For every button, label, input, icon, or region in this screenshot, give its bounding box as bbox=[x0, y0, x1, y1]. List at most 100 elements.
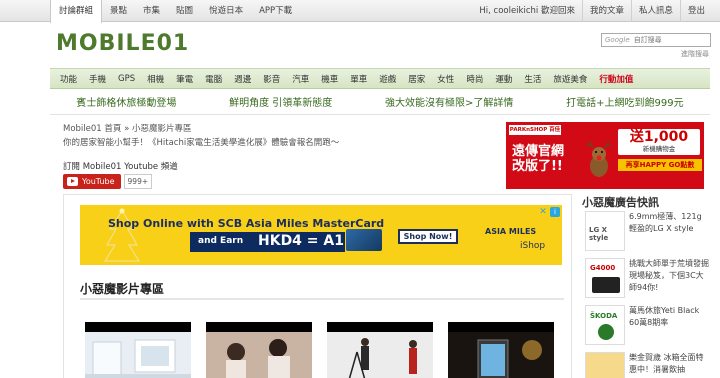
ad-news-brand: G4000 bbox=[590, 264, 616, 272]
ad-news-brand: ŠKODA bbox=[590, 312, 618, 320]
cat-life[interactable]: 生活 bbox=[518, 73, 547, 85]
my-posts-link[interactable]: 我的文章 bbox=[581, 0, 631, 22]
cat-computers[interactable]: 電腦 bbox=[199, 73, 228, 85]
cat-women[interactable]: 女性 bbox=[431, 73, 460, 85]
thumb-letterbox bbox=[448, 322, 554, 332]
site-logo[interactable]: MOBILE01 bbox=[56, 28, 189, 58]
breadcrumb-current[interactable]: 小惡魔影片專區 bbox=[132, 124, 192, 134]
cat-travel-food[interactable]: 旅遊美食 bbox=[547, 73, 593, 85]
cat-cars[interactable]: 汽車 bbox=[286, 73, 315, 85]
ad-news-title: 小惡魔廣告快訊 bbox=[582, 196, 659, 209]
ad-news-thumb-fridge bbox=[585, 352, 625, 378]
credit-card-icon bbox=[346, 229, 382, 251]
youtube-play-icon bbox=[67, 177, 78, 186]
ad-news-text[interactable]: 6.9mm極薄、121g輕盈的LG X style bbox=[629, 211, 709, 235]
top-tab-app[interactable]: APP下載 bbox=[251, 0, 300, 22]
top-tab-stickers[interactable]: 貼圖 bbox=[168, 0, 201, 22]
cat-mobile-plus[interactable]: 行動加值 bbox=[593, 73, 639, 85]
section-divider bbox=[80, 298, 564, 300]
private-messages-link[interactable]: 私人訊息 bbox=[630, 0, 680, 22]
banner-rate: HKD4 = A1 bbox=[258, 233, 344, 249]
top-nav: 討論群組 景點 市集 貼圖 悅遊日本 APP下載 bbox=[50, 0, 300, 23]
cat-phones[interactable]: 手機 bbox=[83, 73, 112, 85]
cat-laptops[interactable]: 筆電 bbox=[170, 73, 199, 85]
promo-link-3[interactable]: 強大效能沒有極限>了解詳情 bbox=[385, 94, 513, 109]
cat-peripherals[interactable]: 週邊 bbox=[228, 73, 257, 85]
cat-av[interactable]: 影音 bbox=[257, 73, 286, 85]
user-bar: Hi, cooleikichi 歡迎回來 我的文章 私人訊息 登出 bbox=[472, 0, 712, 22]
category-nav: 功能 手機 GPS 相機 筆電 電腦 週邊 影音 汽車 機車 單車 遊戲 居家 … bbox=[50, 68, 710, 89]
adchoices-icon[interactable]: i bbox=[550, 207, 560, 217]
youtube-subscribe: YouTube 999+ bbox=[63, 174, 153, 189]
ad-news-text[interactable]: 挑戰大師單于荒墳發掘現場秘笈，下個3C大師94你! bbox=[629, 258, 709, 294]
ad-news-text[interactable]: 樂金賀歲 冰箱全面特惠中！消暑飲抽 bbox=[629, 352, 709, 376]
ad-news-item[interactable]: LG X style 6.9mm極薄、121g輕盈的LG X style bbox=[582, 211, 712, 255]
promo-link-1[interactable]: 賓士飾格休旅極動登場 bbox=[76, 94, 176, 109]
ad-headline-2: 改版了!! bbox=[512, 159, 563, 174]
skoda-logo-icon bbox=[598, 324, 614, 340]
cat-sports[interactable]: 運動 bbox=[489, 73, 518, 85]
ad-coupon: 送1,000 新機購物金 bbox=[618, 129, 700, 155]
google-brand: Google bbox=[605, 36, 630, 44]
video-thumbnail[interactable] bbox=[327, 322, 433, 378]
top-tab-market[interactable]: 市集 bbox=[135, 0, 168, 22]
video-thumbnail[interactable] bbox=[85, 322, 191, 378]
reindeer-icon bbox=[587, 140, 611, 177]
cat-fashion[interactable]: 時尚 bbox=[460, 73, 489, 85]
ad-news-item[interactable]: ŠKODA 萬馬休旅Yeti Black 60萬8期率 bbox=[582, 305, 712, 349]
search-placeholder: 自訂搜尋 bbox=[633, 36, 662, 44]
banner-earn: and Earn bbox=[198, 236, 244, 246]
cat-home[interactable]: 居家 bbox=[402, 73, 431, 85]
ad-coupon-value: 1,000 bbox=[643, 129, 689, 145]
ad-news-item[interactable]: 樂金賀歲 冰箱全面特惠中！消暑飲抽 bbox=[582, 352, 712, 378]
logout-link[interactable]: 登出 bbox=[679, 0, 712, 22]
ad-news-text[interactable]: 萬馬休旅Yeti Black 60萬8期率 bbox=[629, 305, 709, 329]
cat-cameras[interactable]: 相機 bbox=[141, 73, 170, 85]
promo-link-2[interactable]: 鮮明角度 引領革新態度 bbox=[229, 94, 332, 109]
user-greeting[interactable]: Hi, cooleikichi 歡迎回來 bbox=[472, 0, 582, 22]
cat-features[interactable]: 功能 bbox=[54, 73, 83, 85]
ad-news-thumb-skoda: ŠKODA bbox=[585, 305, 625, 345]
announcement-link[interactable]: 你的居家智能小幫手！《Hitachi家電生活美學進化展》體驗會報名開跑～ bbox=[63, 136, 339, 148]
breadcrumb-home[interactable]: Mobile01 首頁 bbox=[63, 124, 121, 134]
ad-coupon-sub: 新機購物金 bbox=[642, 145, 676, 153]
ad-headline-1: 遠傳官網 bbox=[512, 144, 565, 159]
breadcrumb-separator: » bbox=[124, 124, 130, 134]
christmas-tree-icon bbox=[104, 208, 140, 262]
top-tab-spots[interactable]: 景點 bbox=[102, 0, 135, 22]
shop-now-button[interactable]: Shop Now! bbox=[398, 229, 458, 244]
cat-games[interactable]: 遊戲 bbox=[373, 73, 402, 85]
telecom-ad[interactable]: PARKnSHOP 百佳 遠傳官網 改版了!! 送1,000 新機購物金 再享H… bbox=[506, 122, 704, 189]
ad-news-item[interactable]: G4000 挑戰大師單于荒墳發掘現場秘笈，下個3C大師94你! bbox=[582, 258, 712, 302]
ad-happygo: 再享HAPPY GO點數 bbox=[618, 159, 702, 171]
video-thumbnail[interactable] bbox=[448, 322, 554, 378]
banner-line1: Shop Online with SCB Asia Miles MasterCa… bbox=[108, 217, 385, 230]
thumb-letterbox bbox=[327, 322, 433, 332]
advanced-search-link[interactable]: 進階搜尋 bbox=[681, 49, 709, 59]
cat-gps[interactable]: GPS bbox=[112, 74, 141, 84]
logo-text: MOBILE01 bbox=[56, 30, 190, 56]
ad-headline: 遠傳官網 改版了!! bbox=[512, 144, 564, 174]
search-input[interactable]: Google 自訂搜尋 bbox=[601, 33, 711, 47]
cat-bicycles[interactable]: 單車 bbox=[344, 73, 373, 85]
promo-strip: 賓士飾格休旅極動登場 鮮明角度 引領革新態度 強大效能沒有極限>了解詳情 打電話… bbox=[50, 89, 710, 115]
thumb-letterbox bbox=[206, 322, 312, 332]
section-title: 小惡魔影片專區 bbox=[80, 282, 165, 296]
close-ad-icon[interactable]: ✕ bbox=[538, 207, 548, 217]
top-tab-forum[interactable]: 討論群組 bbox=[50, 0, 103, 23]
video-thumbnail[interactable] bbox=[206, 322, 312, 378]
ad-news-brand: LG X style bbox=[589, 226, 609, 242]
top-tab-japan[interactable]: 悅遊日本 bbox=[201, 0, 251, 22]
top-bar: 討論群組 景點 市集 貼圖 悅遊日本 APP下載 Hi, cooleikichi… bbox=[0, 0, 720, 23]
cat-motorcycles[interactable]: 機車 bbox=[315, 73, 344, 85]
ad-news-thumb-printer: G4000 bbox=[585, 258, 625, 298]
breadcrumb: Mobile01 首頁 » 小惡魔影片專區 bbox=[63, 122, 192, 134]
subscriber-count: 999+ bbox=[123, 174, 153, 189]
ad-coupon-amount: 送1,000 bbox=[618, 129, 700, 145]
youtube-button[interactable]: YouTube bbox=[63, 174, 121, 189]
ishop-label: iShop bbox=[520, 241, 546, 251]
promo-link-4[interactable]: 打電話+上網吃到飽999元 bbox=[566, 94, 683, 109]
banner-earn-box: and Earn HKD4 = A1 bbox=[190, 232, 345, 252]
scb-banner-ad[interactable]: Shop Online with SCB Asia Miles MasterCa… bbox=[80, 205, 562, 265]
printer-icon bbox=[592, 277, 620, 293]
